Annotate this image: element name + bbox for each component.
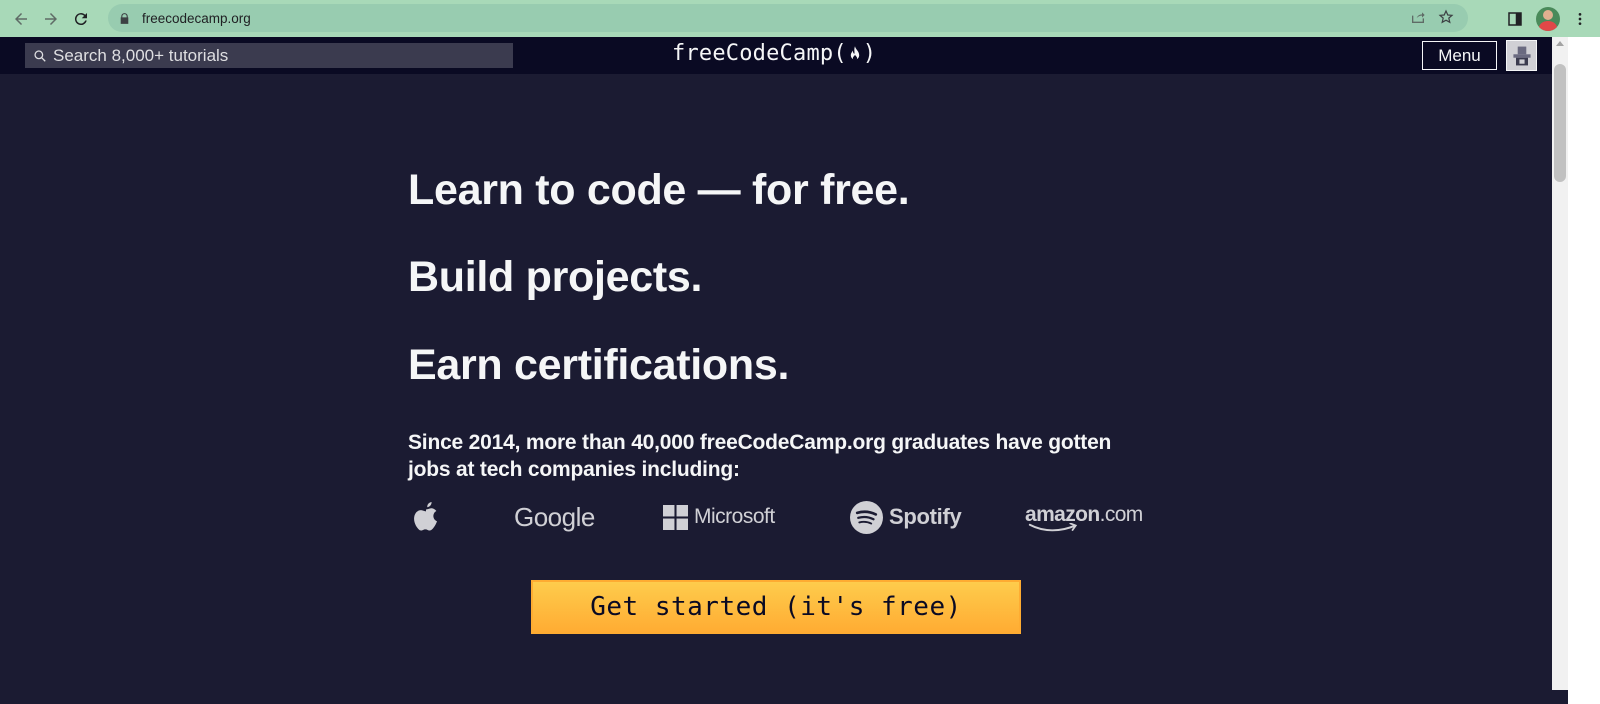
- logo-text-right: ): [862, 41, 877, 66]
- hero-heading-learn: Learn to code — for free.: [408, 166, 910, 214]
- search-box[interactable]: [25, 43, 513, 68]
- logo-text-left: freeCodeCamp(: [672, 41, 847, 66]
- hero-heading-build: Build projects.: [408, 253, 703, 301]
- window-edge: [1568, 37, 1600, 704]
- lock-icon: [118, 11, 132, 25]
- google-logo: Google: [514, 501, 595, 532]
- url-text: freecodecamp.org: [142, 10, 251, 26]
- scroll-up-arrow-icon[interactable]: [1556, 41, 1564, 46]
- site-logo[interactable]: freeCodeCamp( ): [672, 41, 876, 66]
- search-input[interactable]: [53, 45, 493, 66]
- amazon-suffix: .com: [1099, 502, 1144, 526]
- browser-toolbar: freecodecamp.org: [0, 0, 1600, 37]
- arrow-right-icon: [45, 12, 57, 25]
- address-bar[interactable]: freecodecamp.org: [108, 4, 1468, 32]
- windows-logo: [663, 504, 688, 530]
- microsoft-logo: Microsoft: [663, 496, 775, 538]
- graduates-text: Since 2014, more than 40,000 freeCodeCam…: [408, 431, 1112, 481]
- side-panel-icon[interactable]: [1506, 10, 1524, 28]
- amazon-smile-icon: [1028, 522, 1078, 531]
- get-started-button[interactable]: Get started (it's free): [531, 580, 1021, 634]
- reload-icon: [74, 12, 87, 25]
- scroll-thumb[interactable]: [1554, 64, 1566, 182]
- user-avatar-icon: [1512, 46, 1531, 65]
- spotify-icon: [850, 500, 883, 534]
- share-icon[interactable]: [1410, 9, 1426, 25]
- star-icon[interactable]: [1438, 9, 1454, 25]
- page-bottom: [0, 690, 1568, 704]
- kebab-menu-icon[interactable]: [1572, 10, 1588, 28]
- back-button[interactable]: [6, 4, 36, 34]
- menu-button[interactable]: Menu: [1422, 41, 1497, 70]
- flame-icon: [848, 44, 862, 64]
- profile-avatar[interactable]: [1536, 6, 1560, 31]
- amazon-logo: amazon.com: [1025, 496, 1143, 538]
- forward-button[interactable]: [36, 4, 66, 34]
- spotify-logo: Spotify: [850, 496, 962, 538]
- apple-logo: [411, 496, 441, 538]
- spotify-wordmark: Spotify: [889, 504, 962, 529]
- site-navbar: freeCodeCamp( ) Menu: [0, 37, 1552, 74]
- magnifier-icon: [34, 49, 46, 62]
- reload-button[interactable]: [66, 4, 96, 34]
- hero-heading-earn: Earn certifications.: [408, 341, 790, 389]
- company-logos: Google Microsoft Spotify amazon.com: [408, 496, 1148, 538]
- arrow-left-icon: [15, 12, 27, 25]
- user-avatar[interactable]: [1506, 40, 1537, 71]
- page-scrollbar[interactable]: [1552, 37, 1568, 690]
- microsoft-wordmark: Microsoft: [694, 505, 775, 528]
